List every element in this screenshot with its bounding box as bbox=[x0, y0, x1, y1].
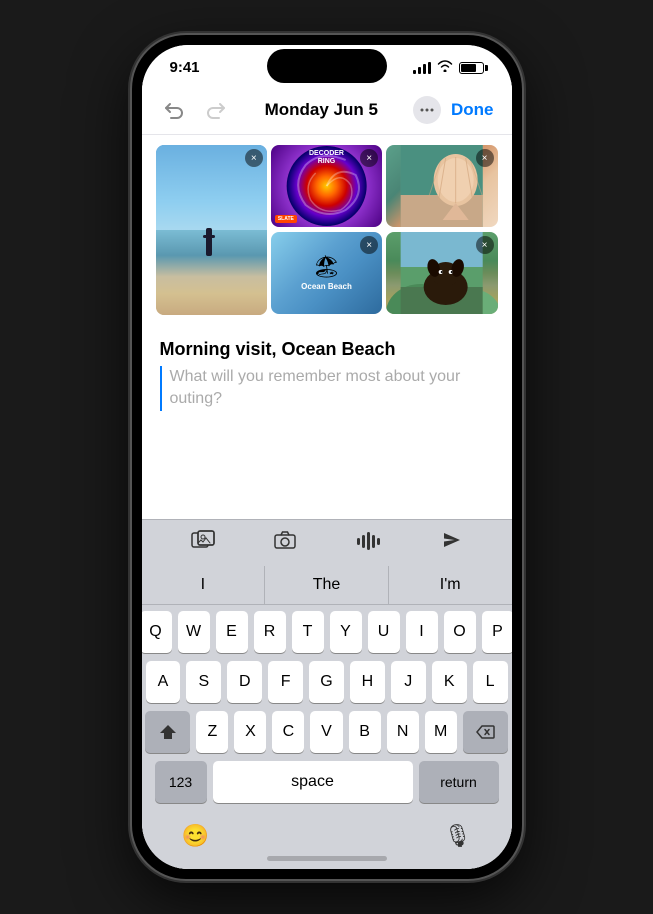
predictive-word-1[interactable]: I bbox=[142, 566, 266, 604]
key-s[interactable]: S bbox=[186, 661, 221, 703]
key-i[interactable]: I bbox=[406, 611, 438, 653]
backspace-key[interactable] bbox=[463, 711, 508, 753]
done-button[interactable]: Done bbox=[451, 100, 494, 120]
note-title: Morning visit, Ocean Beach bbox=[160, 339, 494, 360]
keyboard-row-2: A S D F G H J K L bbox=[146, 661, 508, 703]
photos-tool-button[interactable] bbox=[191, 530, 215, 556]
keyboard-row-3: Z X C V B N M bbox=[146, 711, 508, 753]
image-grid: × bbox=[142, 135, 512, 325]
shift-key[interactable] bbox=[145, 711, 190, 753]
key-t[interactable]: T bbox=[292, 611, 324, 653]
ocean-beach-label: Ocean Beach bbox=[301, 282, 352, 292]
toolbar-left bbox=[160, 96, 230, 124]
mic-button[interactable]: 🎙 bbox=[444, 823, 472, 849]
remove-shell-button[interactable]: × bbox=[476, 149, 494, 167]
key-m[interactable]: M bbox=[425, 711, 457, 753]
toolbar-right: Done bbox=[413, 96, 494, 124]
undo-button[interactable] bbox=[160, 96, 188, 124]
key-v[interactable]: V bbox=[310, 711, 342, 753]
app-content: Monday Jun 5 Done bbox=[142, 82, 512, 869]
key-h[interactable]: H bbox=[350, 661, 385, 703]
wifi-icon bbox=[437, 60, 453, 75]
remove-dog-button[interactable]: × bbox=[476, 236, 494, 254]
ocean-beach-item[interactable]: 🏖 Ocean Beach × bbox=[271, 232, 382, 314]
battery-icon bbox=[459, 62, 484, 74]
return-key[interactable]: return bbox=[419, 761, 499, 803]
key-u[interactable]: U bbox=[368, 611, 400, 653]
predictive-word-3[interactable]: I'm bbox=[389, 566, 512, 604]
phone-frame: 9:41 bbox=[132, 35, 522, 879]
key-d[interactable]: D bbox=[227, 661, 262, 703]
key-n[interactable]: N bbox=[387, 711, 419, 753]
toolbar: Monday Jun 5 Done bbox=[142, 82, 512, 135]
key-e[interactable]: E bbox=[216, 611, 248, 653]
note-body[interactable]: What will you remember most about your o… bbox=[160, 366, 494, 411]
note-area[interactable]: Morning visit, Ocean Beach What will you… bbox=[142, 325, 512, 519]
dynamic-island bbox=[267, 49, 387, 83]
podcast-badge: SLATE bbox=[275, 215, 297, 223]
remove-beach-photo-button[interactable]: × bbox=[245, 149, 263, 167]
key-x[interactable]: X bbox=[234, 711, 266, 753]
beach-photo-item[interactable]: × bbox=[156, 145, 267, 315]
camera-tool-button[interactable] bbox=[273, 530, 297, 556]
more-options-button[interactable] bbox=[413, 96, 441, 124]
key-p[interactable]: P bbox=[482, 611, 512, 653]
numbers-key[interactable]: 123 bbox=[155, 761, 207, 803]
home-indicator bbox=[267, 856, 387, 861]
decoder-ring-item[interactable]: DECODER RING SLATE × bbox=[271, 145, 382, 227]
key-j[interactable]: J bbox=[391, 661, 426, 703]
emoji-button[interactable]: 😊 bbox=[182, 823, 209, 849]
key-z[interactable]: Z bbox=[196, 711, 228, 753]
keyboard-toolbar bbox=[142, 519, 512, 566]
key-o[interactable]: O bbox=[444, 611, 476, 653]
keyboard-row-1: Q W E R T Y U I O P bbox=[146, 611, 508, 653]
send-tool-button[interactable] bbox=[441, 530, 463, 556]
key-q[interactable]: Q bbox=[142, 611, 172, 653]
key-l[interactable]: L bbox=[473, 661, 508, 703]
space-key[interactable]: space bbox=[213, 761, 413, 803]
predictive-word-2[interactable]: The bbox=[265, 566, 389, 604]
toolbar-title: Monday Jun 5 bbox=[265, 100, 378, 120]
predictive-bar: I The I'm bbox=[142, 566, 512, 605]
keyboard: Q W E R T Y U I O P A S D F G bbox=[142, 605, 512, 815]
key-w[interactable]: W bbox=[178, 611, 210, 653]
key-a[interactable]: A bbox=[146, 661, 181, 703]
dog-photo-item[interactable]: × bbox=[386, 232, 497, 314]
key-c[interactable]: C bbox=[272, 711, 304, 753]
redo-button[interactable] bbox=[202, 96, 230, 124]
audio-tool-button[interactable] bbox=[355, 530, 383, 556]
key-y[interactable]: Y bbox=[330, 611, 362, 653]
key-f[interactable]: F bbox=[268, 661, 303, 703]
key-r[interactable]: R bbox=[254, 611, 286, 653]
signal-bars-icon bbox=[413, 62, 431, 74]
keyboard-row-4: 123 space return bbox=[146, 761, 508, 803]
shell-photo-item[interactable]: × bbox=[386, 145, 497, 227]
key-b[interactable]: B bbox=[349, 711, 381, 753]
status-icons bbox=[413, 60, 484, 75]
phone-screen: 9:41 bbox=[142, 45, 512, 869]
status-time: 9:41 bbox=[170, 59, 200, 76]
key-g[interactable]: G bbox=[309, 661, 344, 703]
key-k[interactable]: K bbox=[432, 661, 467, 703]
